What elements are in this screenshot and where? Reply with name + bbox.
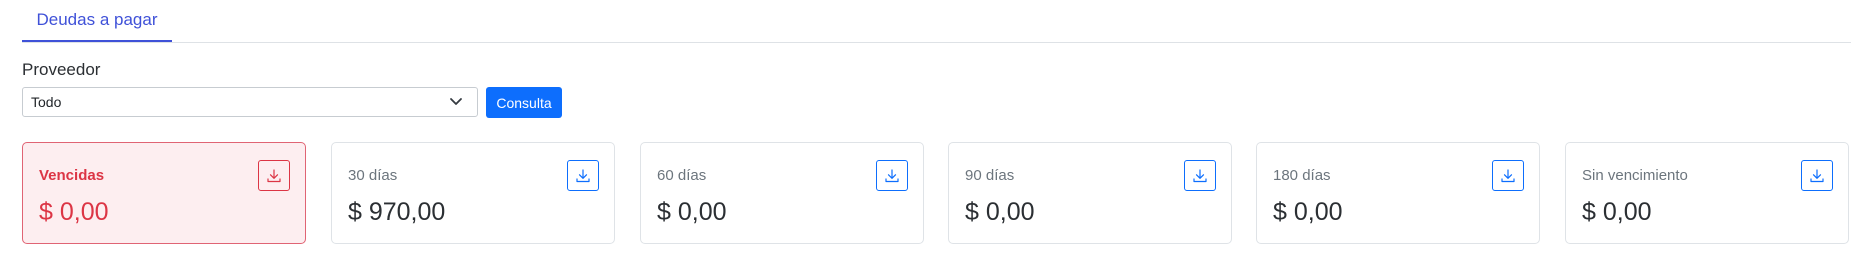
download-button[interactable] bbox=[258, 160, 290, 191]
tab-deudas-a-pagar[interactable]: Deudas a pagar bbox=[22, 0, 172, 42]
download-icon bbox=[1501, 168, 1515, 182]
card-vencidas: Vencidas $ 0,00 bbox=[22, 142, 306, 244]
download-button[interactable] bbox=[1801, 160, 1833, 191]
download-button[interactable] bbox=[876, 160, 908, 191]
download-icon bbox=[1810, 168, 1824, 182]
card-amount: $ 0,00 bbox=[1273, 198, 1343, 226]
card-sin-vencimiento: Sin vencimiento $ 0,00 bbox=[1565, 142, 1849, 244]
proveedor-select-value: Todo bbox=[31, 94, 62, 110]
download-button[interactable] bbox=[1492, 160, 1524, 191]
card-title: Vencidas bbox=[39, 167, 105, 184]
tab-bar: Deudas a pagar bbox=[22, 0, 1851, 43]
download-button[interactable] bbox=[567, 160, 599, 191]
proveedor-select[interactable]: Todo bbox=[22, 87, 478, 117]
card-180-dias: 180 días $ 0,00 bbox=[1256, 142, 1540, 244]
card-title: Sin vencimiento bbox=[1582, 167, 1688, 184]
card-amount: $ 970,00 bbox=[348, 198, 446, 226]
download-icon bbox=[576, 168, 590, 182]
card-90-dias: 90 días $ 0,00 bbox=[948, 142, 1232, 244]
card-title: 90 días bbox=[965, 167, 1015, 184]
download-button[interactable] bbox=[1184, 160, 1216, 191]
download-icon bbox=[885, 168, 899, 182]
card-60-dias: 60 días $ 0,00 bbox=[640, 142, 924, 244]
proveedor-label: Proveedor bbox=[22, 60, 101, 79]
card-amount: $ 0,00 bbox=[39, 198, 109, 226]
card-amount: $ 0,00 bbox=[965, 198, 1035, 226]
card-amount: $ 0,00 bbox=[1582, 198, 1652, 226]
card-title: 60 días bbox=[657, 167, 707, 184]
card-30-dias: 30 días $ 970,00 bbox=[331, 142, 615, 244]
consulta-button[interactable]: Consulta bbox=[486, 87, 562, 118]
card-title: 30 días bbox=[348, 167, 398, 184]
chevron-down-icon bbox=[450, 98, 462, 105]
card-title: 180 días bbox=[1273, 167, 1331, 184]
download-icon bbox=[267, 168, 281, 182]
download-icon bbox=[1193, 168, 1207, 182]
card-amount: $ 0,00 bbox=[657, 198, 727, 226]
